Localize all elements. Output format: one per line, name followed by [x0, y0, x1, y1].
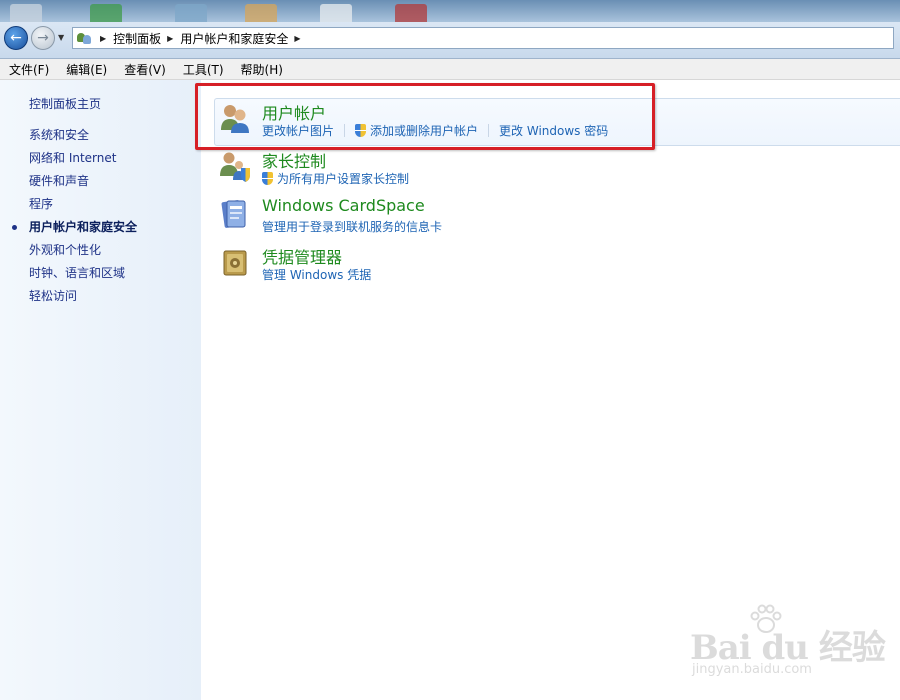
taskbar-app-icon[interactable]	[245, 4, 277, 22]
menu-help[interactable]: 帮助(H)	[232, 61, 291, 78]
left-item-system-security[interactable]: 系统和安全	[0, 127, 201, 150]
left-item-clock-language-region[interactable]: 时钟、语言和区域	[0, 265, 201, 288]
category-title[interactable]: 凭据管理器	[262, 244, 342, 268]
left-item-hardware-sound[interactable]: 硬件和声音	[0, 173, 201, 196]
set-parental-controls-link[interactable]: 为所有用户设置家长控制	[277, 170, 409, 187]
control-panel-home-link[interactable]: 控制面板主页	[29, 95, 101, 112]
left-item-ease-of-access[interactable]: 轻松访问	[0, 288, 201, 311]
cardspace-icon	[221, 200, 246, 228]
category-title[interactable]: Windows CardSpace	[262, 196, 425, 215]
breadcrumb-separator-icon[interactable]: ▶	[294, 34, 300, 43]
menu-edit[interactable]: 编辑(E)	[57, 61, 115, 78]
category-links: 管理 Windows 凭据	[262, 266, 371, 283]
taskbar-strip	[0, 0, 900, 22]
address-bar[interactable]: ▶ 控制面板 ▶ 用户帐户和家庭安全 ▶	[72, 27, 894, 49]
baidu-jingyan-watermark: Bai du 经验 jingyan.baidu.com	[688, 600, 900, 700]
taskbar-app-icon[interactable]	[10, 4, 42, 22]
taskbar-app-icon[interactable]	[90, 4, 122, 22]
credential-manager-icon	[223, 250, 247, 276]
taskbar-app-icon[interactable]	[320, 4, 352, 22]
left-item-user-accounts-family-safety[interactable]: 用户帐户和家庭安全	[0, 219, 201, 242]
annotation-highlight-box	[195, 83, 655, 150]
breadcrumb-separator-icon[interactable]: ▶	[100, 34, 106, 43]
uac-shield-icon	[262, 172, 273, 185]
forward-arrow-icon[interactable]: →	[31, 26, 55, 50]
category-links: 管理用于登录到联机服务的信息卡	[262, 218, 442, 235]
watermark-url: jingyan.baidu.com	[692, 662, 812, 677]
parental-controls-icon	[220, 152, 250, 182]
navigation-bar: ← → ▼ ▶ 控制面板 ▶ 用户帐户和家庭安全 ▶	[0, 22, 900, 59]
left-item-network-internet[interactable]: 网络和 Internet	[0, 150, 201, 173]
category-title[interactable]: 家长控制	[262, 148, 326, 172]
left-item-appearance-personalization[interactable]: 外观和个性化	[0, 242, 201, 265]
breadcrumb-user-accounts-family-safety[interactable]: 用户帐户和家庭安全	[180, 30, 288, 47]
menu-tools[interactable]: 工具(T)	[174, 61, 232, 78]
control-panel-icon	[76, 30, 92, 46]
taskbar-app-icon[interactable]	[175, 4, 207, 22]
breadcrumb-separator-icon[interactable]: ▶	[167, 34, 173, 43]
left-item-programs[interactable]: 程序	[0, 196, 201, 219]
menu-view[interactable]: 查看(V)	[115, 61, 174, 78]
taskbar-app-icon[interactable]	[395, 4, 427, 22]
left-navigation-pane: 控制面板主页 系统和安全 网络和 Internet 硬件和声音 程序 用户帐户和…	[0, 80, 201, 700]
recent-pages-dropdown-icon[interactable]: ▼	[58, 33, 64, 42]
menu-bar: 文件(F) 编辑(E) 查看(V) 工具(T) 帮助(H)	[0, 59, 900, 80]
manage-information-cards-link[interactable]: 管理用于登录到联机服务的信息卡	[262, 218, 442, 235]
category-links: 为所有用户设置家长控制	[262, 170, 409, 187]
manage-windows-credentials-link[interactable]: 管理 Windows 凭据	[262, 266, 371, 283]
left-category-list: 系统和安全 网络和 Internet 硬件和声音 程序 用户帐户和家庭安全 外观…	[0, 127, 201, 311]
back-arrow-icon[interactable]: ←	[4, 26, 28, 50]
menu-file[interactable]: 文件(F)	[0, 61, 57, 78]
breadcrumb-control-panel[interactable]: 控制面板	[113, 30, 161, 47]
